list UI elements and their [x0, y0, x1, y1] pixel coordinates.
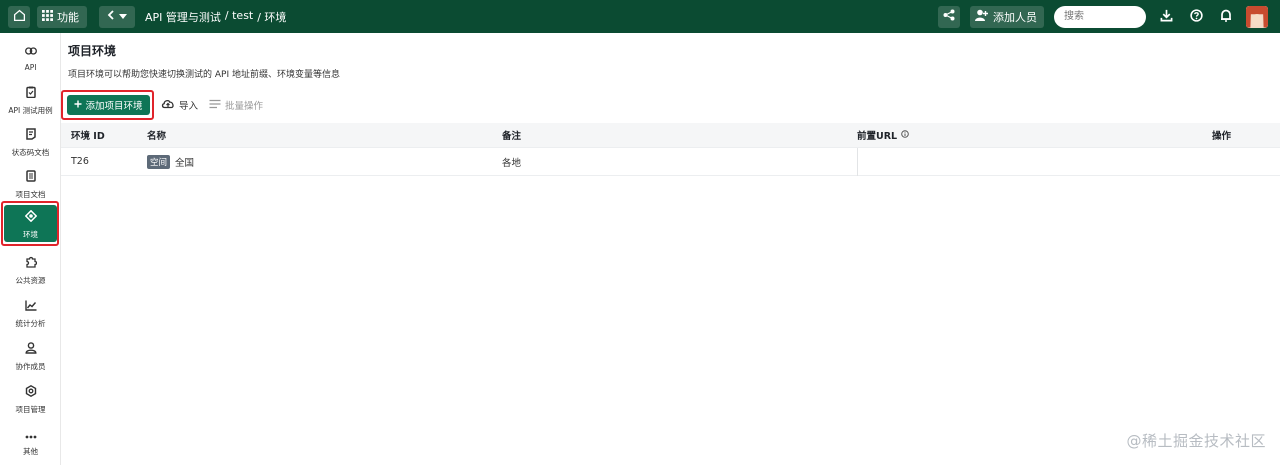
- bell-icon: [1220, 7, 1232, 26]
- header-note-label: 备注: [502, 131, 522, 142]
- sidebar-item-members[interactable]: 协作成员: [4, 337, 57, 374]
- sidebar-item-label: 环境: [23, 230, 38, 239]
- sidebar-item-label: 项目管理: [15, 405, 46, 414]
- settings-icon: [25, 382, 37, 401]
- avatar[interactable]: [1246, 5, 1268, 28]
- sidebar-item-project-settings[interactable]: 项目管理: [4, 380, 57, 417]
- chart-icon: [24, 296, 37, 315]
- page-description: 项目环境可以帮助您快速切换测试的 API 地址前缀、环境变量等信息: [68, 70, 340, 80]
- caret-down-icon: [119, 10, 127, 23]
- sidebar-item-label: API: [24, 63, 37, 72]
- sidebar-item-label: 统计分析: [15, 319, 46, 328]
- breadcrumb: API 管理与测试 / test / 环境: [145, 9, 286, 25]
- members-icon: [24, 339, 37, 358]
- grid-icon: [42, 9, 53, 24]
- top-bar: 功能 API 管理与测试 / test / 环境 添加人员: [0, 0, 1280, 33]
- help-button[interactable]: [1186, 6, 1206, 28]
- link-icon: [24, 41, 37, 60]
- sidebar-item-api[interactable]: API: [4, 38, 57, 75]
- function-menu-label: 功能: [57, 10, 79, 24]
- sidebar-item-label: 其他: [23, 447, 38, 456]
- breadcrumb-test[interactable]: / test: [225, 9, 253, 25]
- cell-id: T26: [61, 148, 147, 175]
- header-url-label: 前置URL: [857, 131, 898, 142]
- list-icon: [209, 99, 221, 112]
- chevron-left-icon: [107, 10, 115, 23]
- sidebar-item-other[interactable]: 其他: [4, 422, 57, 459]
- column-separator: [857, 148, 858, 176]
- header-op: 操作: [1212, 123, 1272, 147]
- header-id: 环境 ID: [61, 123, 147, 147]
- search-input[interactable]: [1054, 5, 1146, 28]
- download-icon: [1160, 7, 1173, 26]
- sidebar-item-environment[interactable]: 环境: [4, 205, 57, 242]
- sidebar-item-label: 协作成员: [15, 362, 46, 371]
- avatar-face: [1252, 13, 1262, 26]
- header-id-label: 环境 ID: [71, 131, 105, 142]
- help-icon: [1189, 7, 1203, 26]
- home-button[interactable]: [8, 5, 30, 28]
- sidebar: API API 测试用例 状态码文档 项目文档 环境 公共资源 统计分析 协作成…: [0, 33, 61, 465]
- header-note: 备注: [502, 123, 857, 147]
- batch-operation-label: 批量操作: [225, 101, 264, 112]
- more-icon: [25, 424, 37, 443]
- doc-icon: [25, 125, 36, 144]
- header-name: 名称: [147, 123, 502, 147]
- sidebar-item-label: 项目文档: [15, 190, 46, 199]
- cell-note: 各地: [502, 148, 857, 175]
- sidebar-item-api-test-cases[interactable]: API 测试用例: [4, 81, 57, 118]
- sidebar-item-status-code-docs[interactable]: 状态码文档: [4, 123, 57, 160]
- home-icon: [13, 9, 26, 25]
- add-environment-label: 添加项目环境: [85, 101, 143, 112]
- cell-url: [857, 148, 1212, 176]
- table-header: 环境 ID 名称 备注 前置URL 操作: [61, 123, 1280, 148]
- cell-name: 空间 全国: [147, 148, 502, 175]
- environment-table: 环境 ID 名称 备注 前置URL 操作 T26 空间 全国 各地: [61, 123, 1280, 176]
- page-title: 项目环境: [68, 44, 117, 58]
- sidebar-item-label: 状态码文档: [11, 148, 50, 157]
- notification-button[interactable]: [1216, 6, 1236, 28]
- puzzle-icon: [25, 253, 37, 272]
- environment-icon: [24, 207, 37, 226]
- sidebar-item-statistics[interactable]: 统计分析: [4, 294, 57, 331]
- env-name: 全国: [175, 157, 195, 169]
- sidebar-item-project-docs[interactable]: 项目文档: [4, 165, 57, 202]
- info-icon[interactable]: [901, 129, 909, 141]
- import-label: 导入: [179, 101, 199, 112]
- breadcrumb-project[interactable]: API 管理与测试: [145, 9, 221, 25]
- clipboard-icon: [25, 83, 36, 102]
- main-content: 项目环境 项目环境可以帮助您快速切换测试的 API 地址前缀、环境变量等信息 添…: [61, 33, 1280, 465]
- table-row[interactable]: T26 空间 全国 各地: [61, 148, 1280, 176]
- book-icon: [25, 167, 36, 186]
- import-button[interactable]: 导入: [161, 96, 198, 114]
- cloud-upload-icon: [161, 98, 175, 112]
- sidebar-item-label: 公共资源: [15, 276, 46, 285]
- add-user-icon: [975, 9, 988, 24]
- header-url: 前置URL: [857, 123, 1212, 147]
- function-menu-button[interactable]: 功能: [37, 5, 87, 28]
- batch-operation-button[interactable]: 批量操作: [209, 96, 263, 114]
- add-member-label: 添加人员: [993, 10, 1037, 24]
- share-icon: [943, 9, 955, 24]
- scope-tag: 空间: [147, 154, 171, 169]
- watermark: @稀土掘金技术社区: [1126, 432, 1266, 450]
- env-note: 各地: [502, 157, 522, 169]
- header-op-label: 操作: [1212, 131, 1232, 142]
- breadcrumb-environment: / 环境: [257, 10, 287, 24]
- add-environment-button[interactable]: 添加项目环境: [67, 95, 150, 115]
- cell-op: [1212, 148, 1272, 175]
- sidebar-item-label: API 测试用例: [8, 106, 53, 115]
- share-button[interactable]: [938, 5, 960, 28]
- sidebar-item-public-resources[interactable]: 公共资源: [4, 251, 57, 288]
- download-button[interactable]: [1156, 6, 1176, 28]
- plus-icon: [74, 100, 82, 111]
- back-nav-button[interactable]: [99, 5, 135, 28]
- add-member-button[interactable]: 添加人员: [970, 5, 1044, 28]
- header-name-label: 名称: [147, 131, 167, 142]
- env-id: T26: [71, 156, 89, 167]
